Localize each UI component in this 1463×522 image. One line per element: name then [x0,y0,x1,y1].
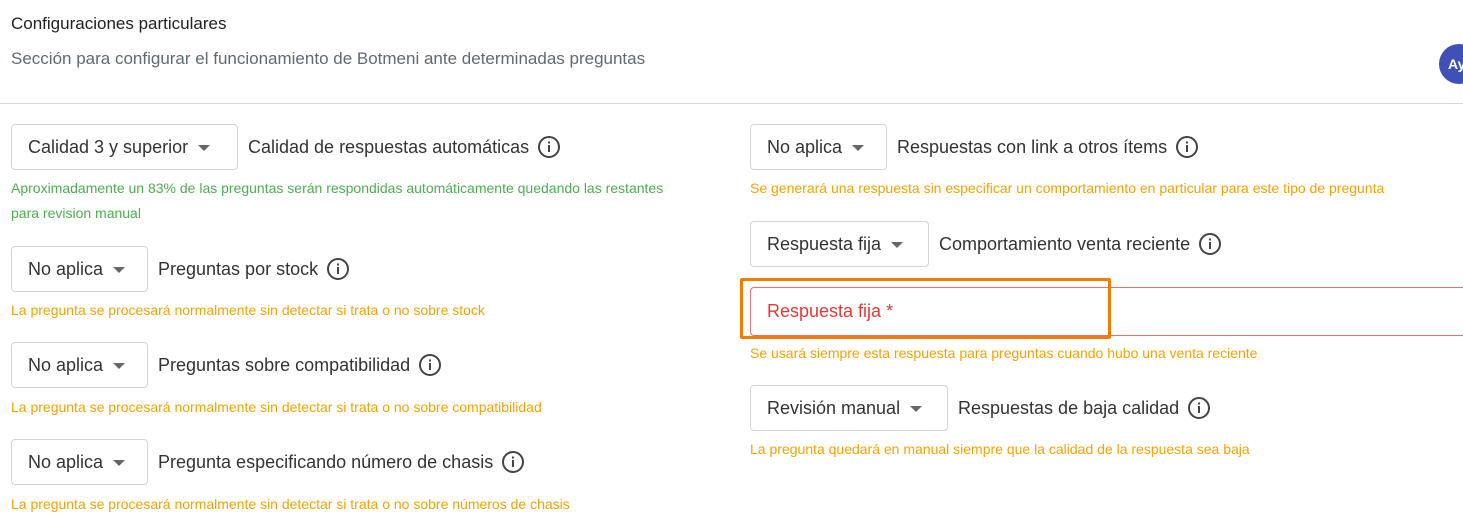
recent-sale-label: Comportamiento venta reciente [939,233,1191,254]
chassis-row: No aplica Pregunta especificando número … [11,439,525,485]
avatar-initials: Ay [1448,56,1463,72]
stock-label: Preguntas por stock [158,258,319,279]
links-select-value: No aplica [767,136,843,157]
stock-select-value: No aplica [28,258,104,279]
chassis-help: La pregunta se procesará normalmente sin… [11,496,570,512]
quality-row: Calidad 3 y superior Calidad de respuest… [11,124,561,170]
low-quality-select-value: Revisión manual [767,397,901,418]
chevron-down-icon [198,145,211,151]
chassis-label: Pregunta especificando número de chasis [158,451,494,472]
compat-select[interactable]: No aplica [11,342,148,388]
compat-row: No aplica Preguntas sobre compatibilidad [11,342,442,388]
info-icon[interactable] [1175,135,1199,159]
recent-sale-select[interactable]: Respuesta fija [750,221,929,267]
links-select[interactable]: No aplica [750,124,887,170]
links-row: No aplica Respuestas con link a otros ít… [750,124,1199,170]
recent-sale-select-value: Respuesta fija [767,233,882,254]
info-icon[interactable] [418,353,442,377]
info-icon[interactable] [501,450,525,474]
recent-sale-help: Se usará siempre esta respuesta para pre… [750,345,1258,361]
low-quality-select[interactable]: Revisión manual [750,385,948,431]
quality-select[interactable]: Calidad 3 y superior [11,124,238,170]
stock-help: La pregunta se procesará normalmente sin… [11,302,485,318]
compat-help: La pregunta se procesará normalmente sin… [11,399,542,415]
chevron-down-icon [113,267,126,273]
recent-sale-row: Respuesta fija Comportamiento venta reci… [750,221,1222,267]
stock-select[interactable]: No aplica [11,246,148,292]
chassis-select[interactable]: No aplica [11,439,148,485]
info-icon[interactable] [537,135,561,159]
info-icon[interactable] [1187,396,1211,420]
quality-help-line1: Aproximadamente un 83% de las preguntas … [11,180,664,196]
chevron-down-icon [891,242,904,248]
page-subtitle: Sección para configurar el funcionamient… [11,49,646,68]
chevron-down-icon [113,460,126,466]
quality-label: Calidad de respuestas automáticas [248,136,530,157]
divider [0,103,1463,104]
quality-select-value: Calidad 3 y superior [28,136,189,157]
compat-label: Preguntas sobre compatibilidad [158,354,411,375]
chevron-down-icon [113,363,126,369]
links-help: Se generará una respuesta sin especifica… [750,180,1385,196]
low-quality-help: La pregunta quedará en manual siempre qu… [750,441,1250,457]
page-title: Configuraciones particulares [11,14,227,33]
links-label: Respuestas con link a otros ítems [897,136,1168,157]
compat-select-value: No aplica [28,354,104,375]
chassis-select-value: No aplica [28,451,104,472]
info-icon[interactable] [1198,232,1222,256]
avatar[interactable]: Ay [1439,44,1463,84]
quality-help: Aproximadamente un 83% de las preguntas … [11,176,663,226]
chevron-down-icon [852,145,865,151]
annotation-highlight-box [740,278,1111,339]
low-quality-label: Respuestas de baja calidad [958,397,1180,418]
stock-row: No aplica Preguntas por stock [11,246,350,292]
quality-help-line2: para revision manual [11,205,141,221]
info-icon[interactable] [326,257,350,281]
low-quality-row: Revisión manual Respuestas de baja calid… [750,385,1211,431]
chevron-down-icon [910,406,923,412]
